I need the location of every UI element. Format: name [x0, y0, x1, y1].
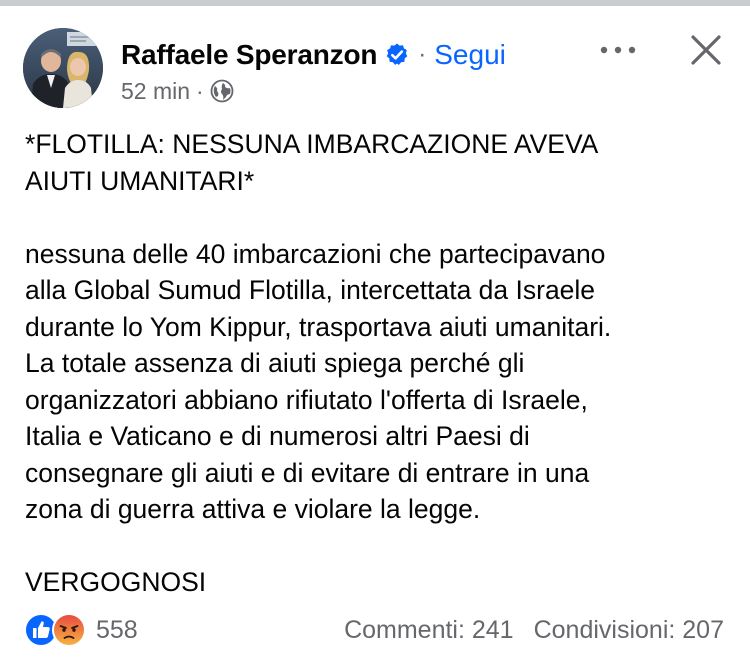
post-footer: 558 Commenti: 241 Condivisioni: 207: [0, 605, 750, 655]
body-line: durante lo Yom Kippur, trasportava aiuti…: [25, 311, 612, 342]
post-paragraph: nessuna delle 40 imbarcazioni che partec…: [25, 236, 735, 528]
body-line: La totale assenza di aiuti spiega perché…: [25, 348, 525, 378]
meta-separator: ·: [196, 77, 204, 104]
author-avatar[interactable]: [23, 28, 103, 108]
more-options-icon: [600, 46, 636, 54]
post-timestamp[interactable]: 52 min: [121, 78, 190, 105]
headline-line: *FLOTILLA: NESSUNA IMBARCAZIONE AVEVA: [25, 129, 599, 159]
body-line: consegnare gli aiuti e di evitare di ent…: [25, 457, 590, 488]
engagement-stats: Commenti: 241 Condivisioni: 207: [344, 613, 724, 647]
header-separator: ·: [418, 41, 427, 68]
post-meta: 52 min ·: [121, 76, 234, 106]
verified-badge-icon: [384, 42, 410, 68]
close-icon: [691, 35, 721, 65]
comments-count[interactable]: Commenti: 241: [344, 616, 514, 645]
reaction-count[interactable]: 558: [96, 616, 138, 645]
avatar-photo: [23, 28, 103, 108]
post-header: Raffaele Speranzon · Segui 52 min ·: [0, 0, 750, 120]
globe-icon[interactable]: [210, 79, 234, 103]
post-frame: Raffaele Speranzon · Segui 52 min · *FLO…: [0, 0, 750, 667]
reactions-summary[interactable]: 558: [24, 613, 138, 647]
more-options-button[interactable]: [596, 35, 640, 65]
shares-count[interactable]: Condivisioni: 207: [534, 616, 724, 645]
follow-button[interactable]: Segui: [434, 39, 506, 71]
body-line: organizzatori abbiano rifiutato l'offert…: [25, 384, 588, 415]
post-headline: *FLOTILLA: NESSUNA IMBARCAZIONE AVEVA AI…: [25, 126, 735, 199]
close-button[interactable]: [686, 30, 726, 70]
author-line: Raffaele Speranzon · Segui: [121, 36, 506, 74]
author-name[interactable]: Raffaele Speranzon: [121, 39, 377, 71]
headline-line: AIUTI UMANITARI*: [25, 165, 255, 196]
body-line: Italia e Vaticano e di numerosi altri Pa…: [25, 421, 530, 451]
angry-reaction-icon: [52, 613, 86, 647]
post-closing: VERGOGNOSI: [25, 567, 207, 597]
body-line: zona di guerra attiva e violare la legge…: [25, 494, 481, 524]
body-line: alla Global Sumud Flotilla, intercettata…: [25, 275, 596, 305]
body-line: nessuna delle 40 imbarcazioni che partec…: [25, 238, 606, 269]
post-body: *FLOTILLA: NESSUNA IMBARCAZIONE AVEVA AI…: [25, 126, 735, 601]
